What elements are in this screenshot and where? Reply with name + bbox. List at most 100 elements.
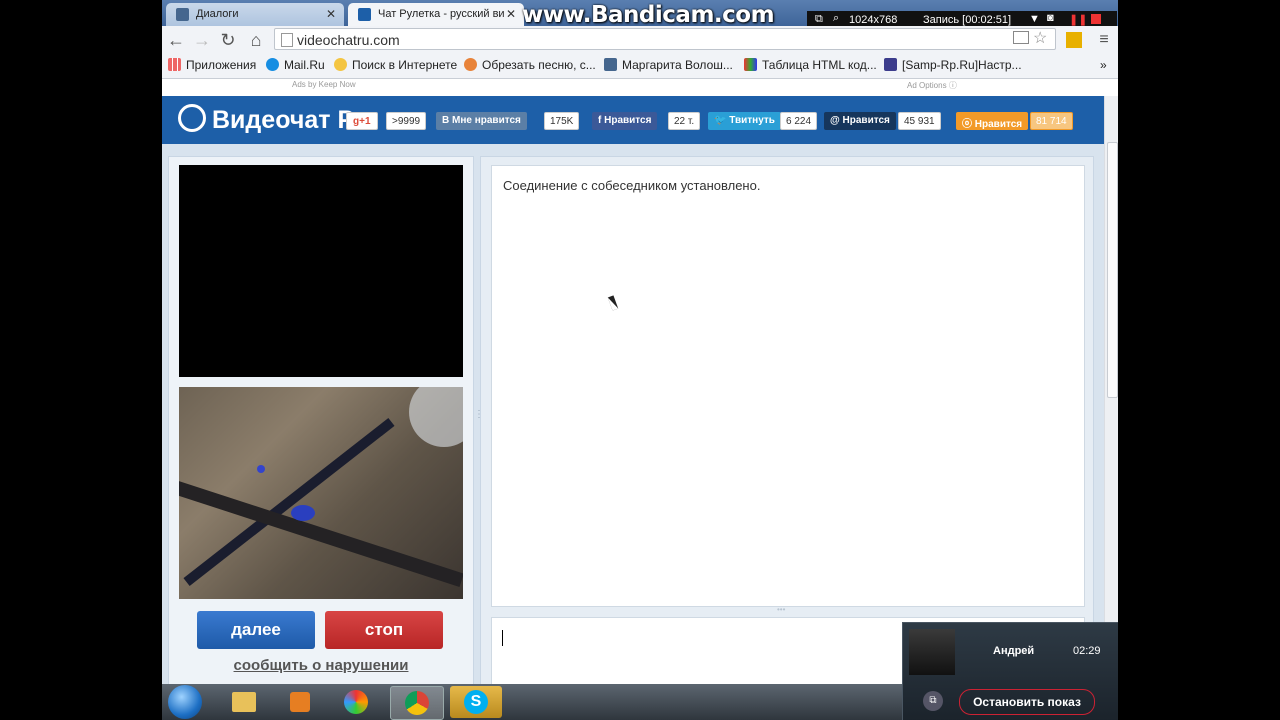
vk-icon: [604, 58, 617, 71]
tab-chat-roulette[interactable]: Чат Рулетка - русский ви ✕: [348, 3, 524, 26]
explorer-taskbar-icon[interactable]: [218, 686, 270, 718]
chevron-down-icon[interactable]: ▼: [1029, 13, 1040, 25]
bandicam-watermark: www.Bandicam.com: [522, 2, 775, 28]
scrollbar-thumb[interactable]: [1107, 142, 1118, 398]
skype-icon: S: [464, 690, 488, 714]
url-text: videochatru.com: [297, 32, 400, 48]
gplus-count: >9999: [386, 112, 427, 130]
blue-object: [257, 465, 265, 473]
site-logo[interactable]: Видеочат Р: [178, 104, 354, 135]
bookmark-cut-song[interactable]: Обрезать песню, с...: [464, 58, 596, 72]
forward-icon[interactable]: →: [192, 30, 212, 50]
own-webcam-video: [179, 387, 463, 599]
apps-icon: [168, 58, 181, 71]
facebook-like-count: 22 т.: [668, 112, 701, 130]
stop-button[interactable]: стоп: [325, 611, 443, 649]
media-player-taskbar-icon[interactable]: [274, 686, 326, 718]
bookmark-margarita[interactable]: Маргарита Волош...: [604, 58, 733, 72]
site-icon: [358, 8, 371, 21]
stop-sharing-button[interactable]: Остановить показ: [959, 689, 1095, 715]
play-icon: [290, 692, 310, 712]
page-icon: [281, 33, 293, 47]
vk-icon: В: [442, 115, 452, 126]
facebook-like-button[interactable]: f Нравится: [592, 112, 658, 130]
back-icon[interactable]: ←: [166, 30, 186, 50]
resolution-text: 1024x768: [849, 14, 898, 26]
mailru-like-count: 45 931: [898, 112, 941, 130]
chat-panel: Соединение с собеседником установлено. •…: [480, 156, 1094, 689]
vk-like-count: 175K: [544, 112, 580, 130]
resize-handle[interactable]: •••: [777, 605, 785, 614]
html-table-icon: [744, 58, 757, 71]
chat-log: Соединение с собеседником установлено.: [491, 165, 1085, 607]
page-scrollbar[interactable]: [1104, 96, 1118, 684]
mailru-icon: [266, 58, 279, 71]
tab-label: Диалоги: [196, 8, 239, 20]
chrome-icon: [405, 691, 429, 715]
gplus-button[interactable]: g+1: [346, 112, 378, 130]
tweet-count: 6 224: [780, 112, 818, 130]
report-violation-link[interactable]: сообщить о нарушении: [169, 657, 473, 674]
text-cursor: [502, 630, 503, 646]
glare: [409, 387, 463, 447]
start-button[interactable]: [168, 685, 202, 719]
logo-icon: [178, 104, 206, 132]
record-status: Запись [00:02:51]: [923, 14, 1012, 26]
tab-label: Чат Рулетка - русский ви: [378, 8, 505, 20]
camera-icon[interactable]: ◙: [1047, 12, 1054, 24]
cast-icon[interactable]: [1013, 31, 1029, 44]
tweet-button[interactable]: 🐦 Твитнуть: [708, 112, 781, 130]
bookmark-samp[interactable]: [Samp-Rp.Ru]Настр...: [884, 58, 1022, 72]
search-icon: ⌕: [833, 12, 840, 24]
window-icon: ⧉: [815, 13, 823, 25]
close-icon[interactable]: ✕: [326, 7, 336, 21]
bookmark-apps[interactable]: Приложения: [168, 58, 256, 72]
page-body: далее стоп сообщить о нарушении ⋮ Соедин…: [162, 144, 1104, 689]
ads-label: Ads by Keep Now: [292, 80, 356, 89]
close-icon[interactable]: ✕: [506, 7, 516, 21]
video-panel: далее стоп сообщить о нарушении: [168, 156, 474, 688]
next-button[interactable]: далее: [197, 611, 315, 649]
bookmark-mailru[interactable]: Mail.Ru: [266, 58, 325, 72]
skype-screen-share-notification: Андрей 02:29 ⧉ Остановить показ: [902, 622, 1118, 720]
chrome-taskbar-icon[interactable]: [390, 686, 444, 720]
more-bookmarks-icon[interactable]: »: [1100, 58, 1107, 72]
mailru-like-button[interactable]: @ Нравится: [824, 112, 896, 130]
app-taskbar-icon[interactable]: [330, 686, 382, 718]
extension-icon[interactable]: [1066, 32, 1082, 48]
folder-icon: [232, 692, 256, 712]
screen-share-icon: ⧉: [923, 691, 943, 711]
site-header: Видеочат Р g+1 >9999 В Мне нравится 175K…: [162, 96, 1104, 144]
vk-like-button[interactable]: В Мне нравится: [436, 112, 527, 130]
cable-shape: [179, 480, 463, 588]
bookmark-html-table[interactable]: Таблица HTML код...: [744, 58, 877, 72]
ad-options-link[interactable]: Ad Options ⓘ: [907, 80, 957, 91]
mouse-cursor-icon: [607, 295, 619, 311]
avatar: [909, 629, 955, 675]
caller-name: Андрей: [993, 645, 1035, 657]
pause-icon[interactable]: ❚❚: [1069, 13, 1087, 26]
partner-video: [179, 165, 463, 377]
chat-system-message: Соединение с собеседником установлено.: [503, 178, 761, 193]
ok-like-count: 81 714: [1030, 112, 1073, 130]
ball-icon: [344, 690, 368, 714]
blue-object: [291, 505, 315, 521]
address-bar[interactable]: videochatru.com ☆: [274, 28, 1056, 50]
tab-strip: Диалоги ✕ Чат Рулетка - русский ви ✕ www…: [162, 0, 1118, 29]
forum-icon: [884, 58, 897, 71]
reload-icon[interactable]: ↻: [218, 30, 238, 50]
menu-icon[interactable]: ≡: [1094, 30, 1114, 50]
star-icon[interactable]: ☆: [1033, 28, 1047, 48]
stop-icon[interactable]: [1091, 14, 1101, 24]
bookmark-search[interactable]: Поиск в Интернете: [334, 58, 457, 72]
home-icon[interactable]: ⌂: [246, 30, 266, 50]
at-icon: @: [830, 115, 843, 126]
call-time: 02:29: [1073, 645, 1101, 657]
browser-toolbar: ← → ↻ ⌂ videochatru.com ☆ ≡: [162, 26, 1118, 55]
skype-taskbar-icon[interactable]: S: [450, 686, 502, 718]
tab-dialogs[interactable]: Диалоги ✕: [166, 3, 344, 26]
screen: Диалоги ✕ Чат Рулетка - русский ви ✕ www…: [162, 0, 1118, 720]
ok-like-button[interactable]: ⓞ Нравится: [956, 112, 1029, 130]
info-icon: ⓘ: [948, 81, 957, 90]
bookmarks-bar: Приложения Mail.Ru Поиск в Интернете Обр…: [162, 54, 1118, 79]
